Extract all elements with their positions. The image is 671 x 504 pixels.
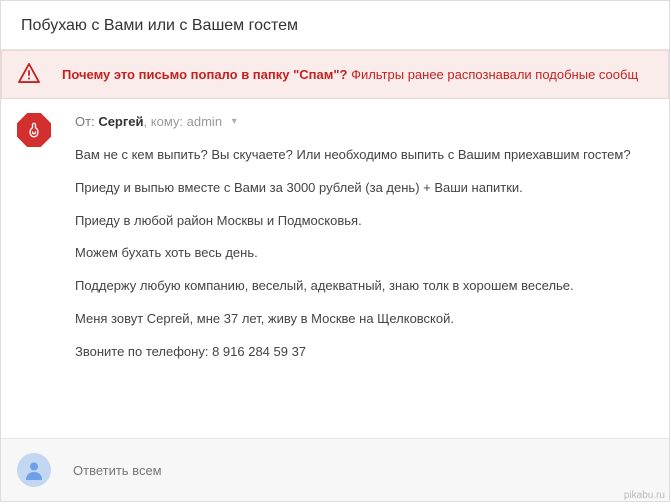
spam-text: Почему это письмо попало в папку "Спам"?… [62,67,638,82]
reply-all-label[interactable]: Ответить всем [73,463,162,478]
body-paragraph: Звоните по телефону: 8 916 284 59 37 [75,343,653,362]
to-value: admin [187,114,222,129]
warning-icon [18,63,40,86]
reply-bar[interactable]: Ответить всем [1,438,669,501]
details-dropdown-icon[interactable]: ▾ [232,115,237,130]
body-paragraph: Вам не с кем выпить? Вы скучаете? Или не… [75,146,653,165]
spam-banner: Почему это письмо попало в папку "Спам"?… [1,50,669,99]
spam-reason: Фильтры ранее распознавали подобные сооб… [351,67,638,82]
email-subject: Побухаю с Вами или с Вашем гостем [21,17,298,34]
message-body: От: Сергей, кому: admin ▾ Вам не с кем в… [75,113,653,428]
user-avatar-icon [17,453,51,487]
sender-avatar-column [17,113,57,428]
spam-sender-icon [17,113,51,147]
to-label: кому: [151,114,183,129]
from-line[interactable]: От: Сергей, кому: admin ▾ [75,113,653,132]
spam-question: Почему это письмо попало в папку "Спам"? [62,67,347,82]
body-paragraph: Поддержу любую компанию, веселый, адеква… [75,277,653,296]
watermark: pikabu.ru [624,490,665,501]
body-paragraph: Приеду и выпью вместе с Вами за 3000 руб… [75,179,653,198]
email-view: Побухаю с Вами или с Вашем гостем Почему… [0,0,670,502]
from-name: Сергей [98,114,143,129]
body-paragraph: Приеду в любой район Москвы и Подмосковь… [75,212,653,231]
body-paragraph: Меня зовут Сергей, мне 37 лет, живу в Мо… [75,310,653,329]
subject-bar: Побухаю с Вами или с Вашем гостем [1,1,669,50]
from-label: От: [75,114,95,129]
message-area: От: Сергей, кому: admin ▾ Вам не с кем в… [1,99,669,438]
body-paragraph: Можем бухать хоть весь день. [75,244,653,263]
